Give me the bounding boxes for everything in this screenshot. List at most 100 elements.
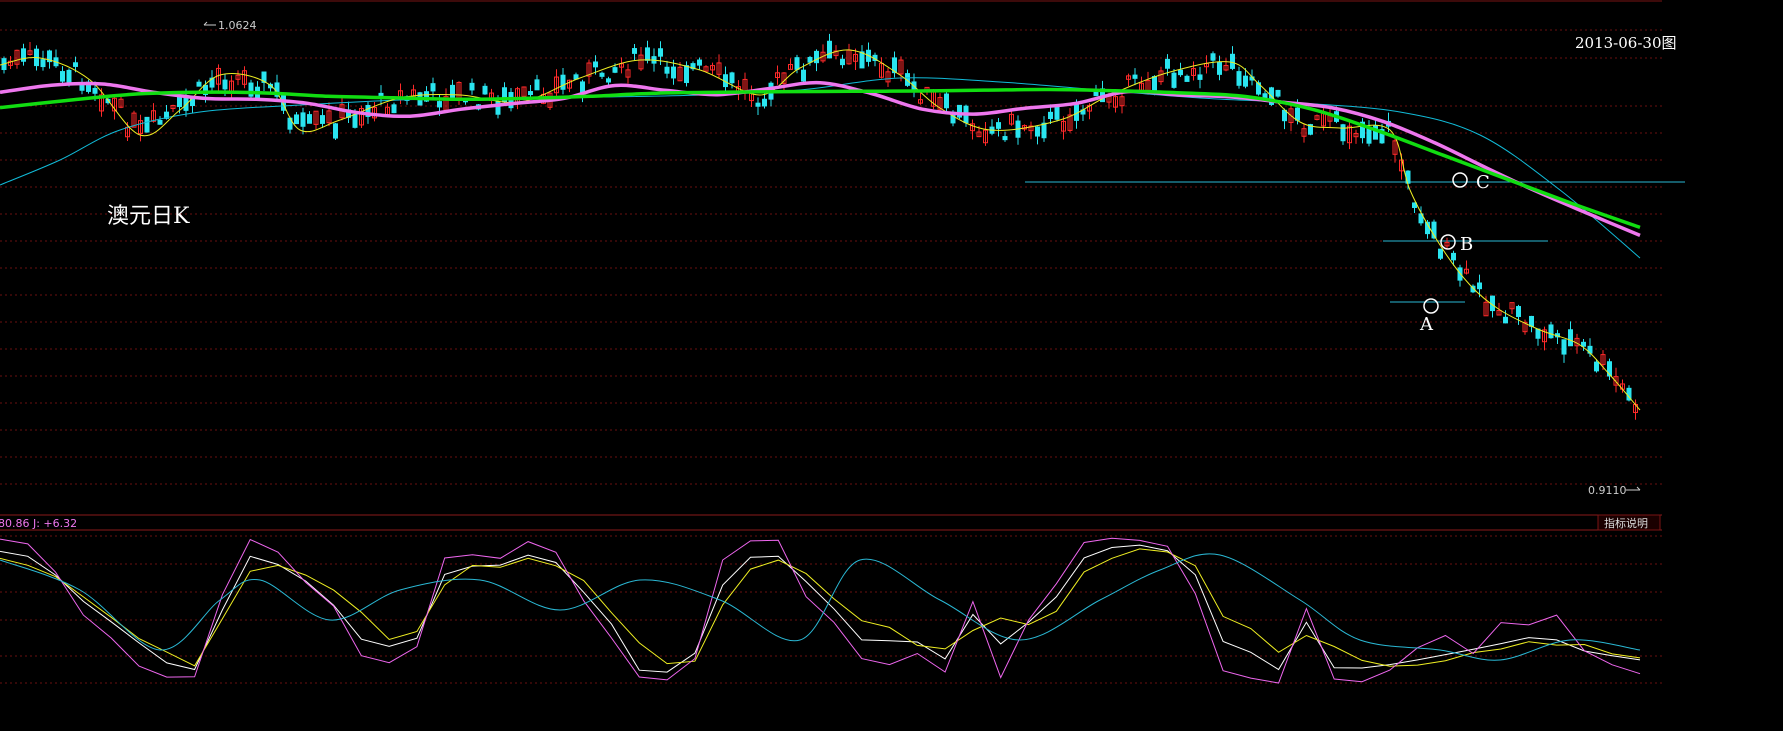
candle-body [658,48,663,57]
candle-55 [359,105,364,128]
candle-66 [430,77,436,100]
candle-124 [807,55,813,66]
candle-209 [1360,118,1365,144]
candle-body [1594,361,1599,372]
candle-89 [580,79,585,103]
candle-114 [742,72,748,100]
candle-22 [144,116,150,133]
candle-29 [190,98,195,114]
kdj-header: 80.86 J: +6.32 [0,517,77,530]
candle-85 [554,69,559,97]
kdj-line-signal [0,553,1641,661]
candle-body [144,116,150,133]
candle-188 [1223,58,1229,72]
candle-131 [853,48,858,70]
candle-96 [625,63,631,84]
candle-body [196,81,202,87]
candle-8 [53,49,59,68]
moving-averages [0,49,1641,411]
candle-232 [1509,302,1515,314]
kdj-line-d [0,548,1641,667]
candle-173 [1126,73,1131,87]
candle-body [1561,339,1567,355]
candle-body [1581,341,1586,347]
candle-247 [1607,358,1612,380]
candle-237 [1542,326,1547,351]
candle-body [1275,89,1281,97]
candle-body [1171,72,1177,88]
candle-body [794,57,800,70]
candle-body [1165,58,1170,69]
candle-81 [528,85,533,98]
low-marker: 0.9110 [1588,484,1641,497]
candle-body [1529,315,1534,327]
candle-body [482,85,488,95]
candle-body [1516,306,1521,317]
candle-162 [1054,105,1060,122]
candle-95 [619,57,624,74]
candle-body [1184,75,1190,82]
candle-body [534,79,540,91]
candle-60 [391,102,397,114]
candle-105 [684,61,689,87]
candle-190 [1236,66,1242,89]
candle-118 [768,81,774,107]
candle-body [66,69,72,84]
candle-82 [534,74,540,91]
candle-body [1054,105,1060,120]
candle-240 [1561,339,1567,363]
candle-body [1477,282,1482,290]
candle-body [671,66,676,79]
candle-body [755,102,761,107]
candle-172 [1119,91,1125,114]
ma-fast-line [0,49,1641,411]
candle-208 [1353,129,1359,144]
candle-207 [1347,121,1352,150]
candle-155 [1009,109,1014,126]
candle-126 [820,44,826,63]
candle-189 [1230,46,1235,71]
indicator-help-button[interactable]: 指标说明 [1597,514,1661,531]
candle-153 [996,117,1001,137]
candle-body [469,82,475,91]
marker-c [1452,172,1468,188]
candle-233 [1516,304,1521,325]
candle-132 [859,45,865,69]
candle-166 [1080,104,1086,121]
candle-body [762,98,767,107]
candle-152 [989,119,995,136]
candle-171 [1113,94,1118,113]
candle-body [1210,53,1216,61]
candle-body [827,40,832,59]
candle-48 [313,110,319,130]
candle-113 [736,80,741,101]
candle-239 [1555,329,1560,344]
candle-32 [209,70,215,94]
candle-24 [157,116,163,125]
candle-70 [456,81,462,105]
chart-title: 澳元日K [107,204,190,229]
candle-7 [47,49,52,69]
candle-body [996,122,1001,129]
candle-body [1340,124,1346,142]
candle-222 [1444,237,1450,250]
date-label: 2013-06-30图 [1575,34,1677,52]
candle-body [1535,328,1541,339]
candle-body [1041,122,1047,139]
candle-body [645,47,650,61]
candle-body [1230,53,1235,69]
candle-body [307,114,312,124]
candle-2 [14,49,20,69]
candle-body [222,79,228,90]
candle-body [1217,62,1222,75]
candle-body [697,59,702,66]
candle-69 [450,79,455,101]
candle-3 [21,43,26,66]
candle-body [1048,111,1053,119]
candle-body [1178,69,1183,76]
candle-183 [1191,61,1196,81]
candle-164 [1067,108,1073,133]
candle-body [430,83,436,92]
candle-body [1438,248,1443,259]
candle-body [606,78,611,83]
